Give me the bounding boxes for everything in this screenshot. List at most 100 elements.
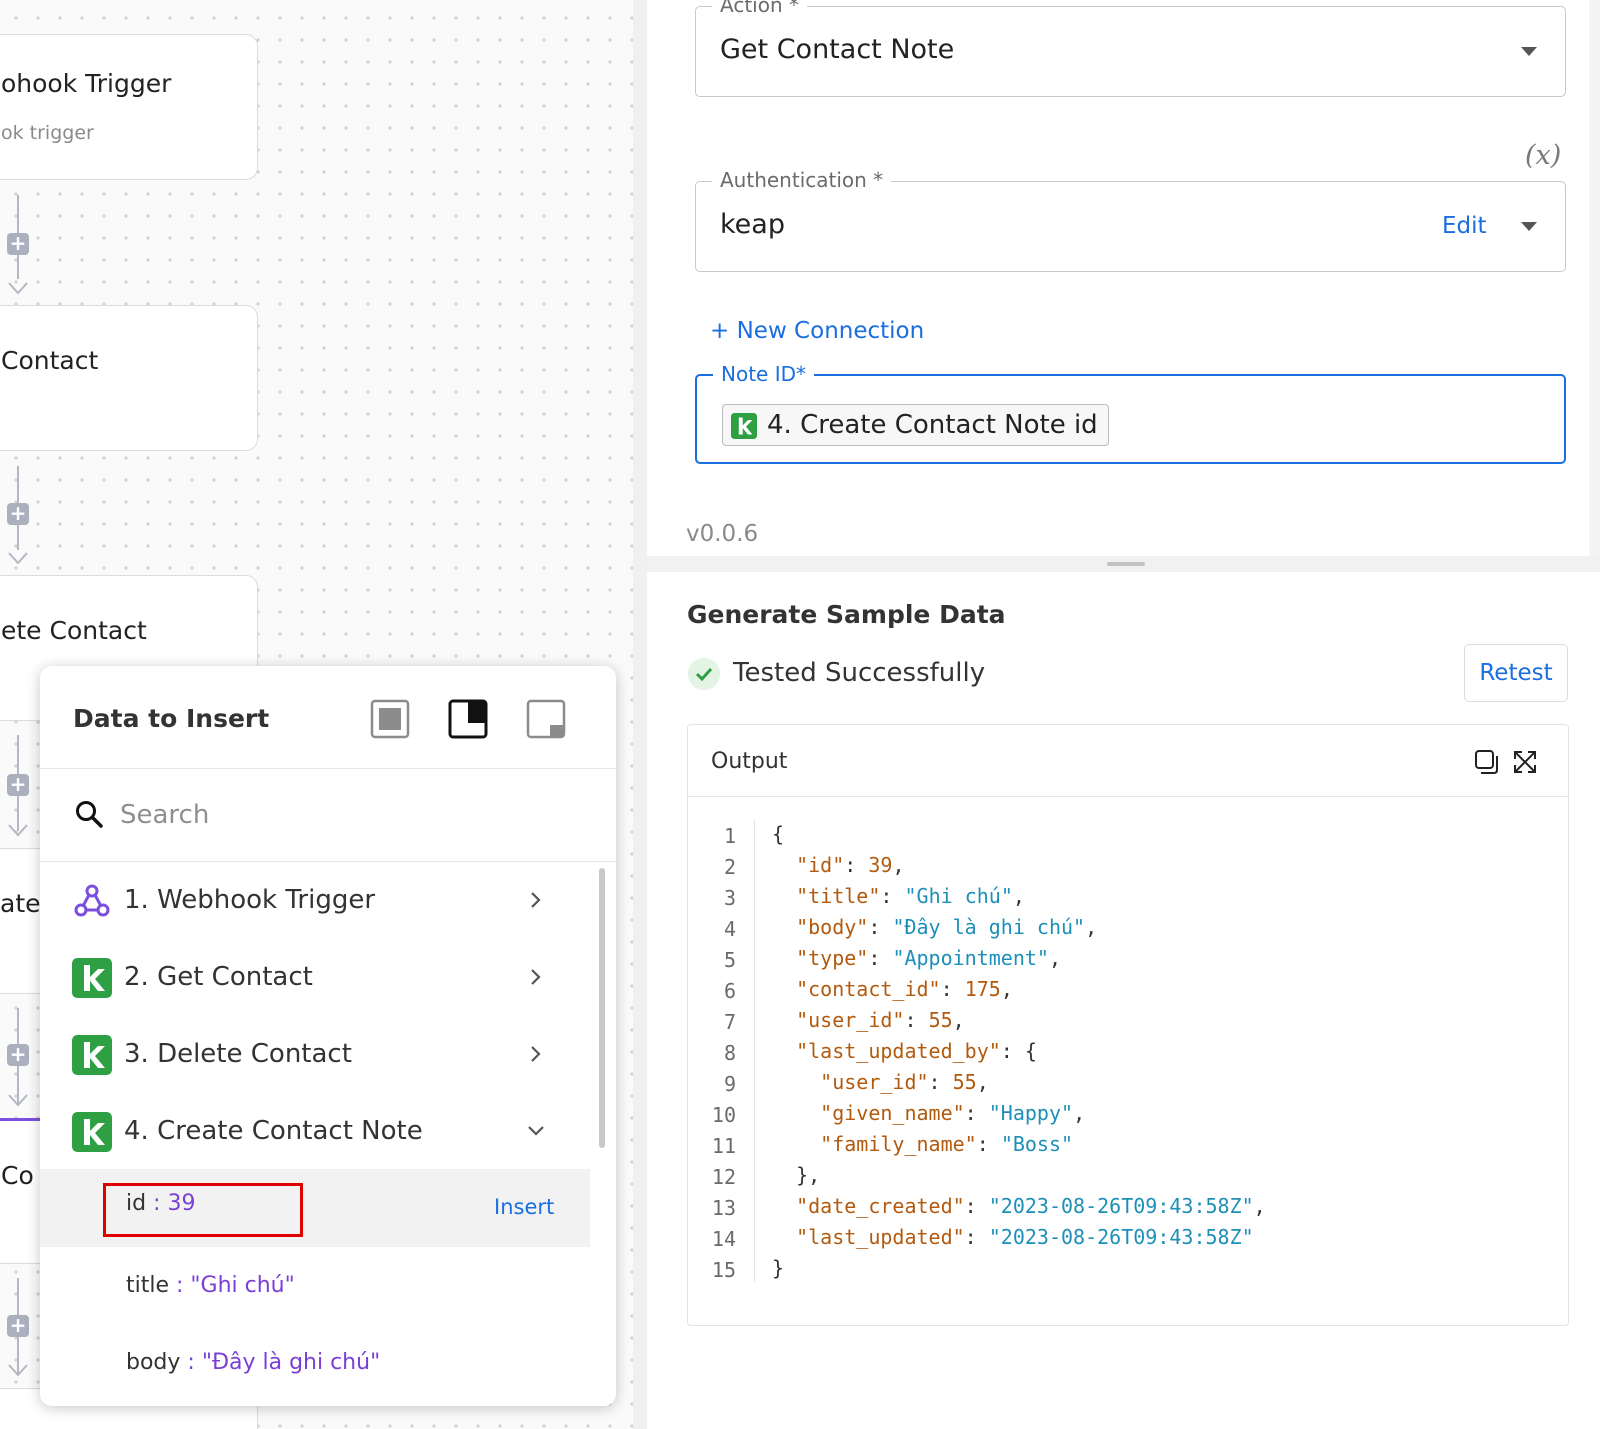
add-step-button[interactable]: +	[7, 233, 29, 255]
code-line: 6 "contact_id": 175,	[688, 975, 1568, 1006]
scrollbar[interactable]	[599, 868, 605, 1148]
line-number: 10	[711, 1103, 736, 1127]
version-label: v0.0.6	[686, 521, 759, 547]
webhook-icon	[74, 884, 110, 917]
code-text: {	[772, 822, 785, 846]
line-number: 12	[711, 1165, 736, 1189]
flow-node-webhook-trigger[interactable]: ohook Trigger ok trigger	[0, 34, 258, 180]
code-line: 1{	[688, 820, 1568, 851]
retest-button[interactable]: Retest	[1464, 644, 1568, 702]
step-row-get-contact[interactable]: 2. Get Contact	[40, 943, 600, 1013]
code-line: 8 "last_updated_by": {	[688, 1037, 1568, 1068]
step-label: 1. Webhook Trigger	[124, 885, 376, 915]
code-line: 7 "user_id": 55,	[688, 1006, 1568, 1037]
status-text: Tested Successfully	[733, 658, 986, 688]
code-line: 10 "given_name": "Happy",	[688, 1099, 1568, 1130]
line-number: 3	[723, 886, 736, 910]
arrow-down-icon	[8, 824, 28, 837]
flow-node-get-contact[interactable]: Contact	[0, 305, 258, 451]
code-text: "contact_id": 175,	[796, 977, 1013, 1001]
step-label: 3. Delete Contact	[124, 1039, 352, 1069]
field-label: Action *	[712, 0, 807, 17]
resize-handle[interactable]	[1107, 562, 1145, 566]
line-number: 4	[723, 917, 736, 941]
code-text: "family_name": "Boss"	[820, 1132, 1074, 1156]
field-text: body : "Đây là ghi chú"	[126, 1350, 381, 1375]
edit-connection-button[interactable]: Edit	[1442, 213, 1487, 239]
new-connection-button[interactable]: + New Connection	[710, 318, 924, 344]
section-title: Generate Sample Data	[687, 600, 1006, 629]
line-number: 1	[723, 824, 736, 848]
line-number: 6	[723, 979, 736, 1003]
add-step-button[interactable]: +	[7, 774, 29, 796]
node-title: Co	[1, 1161, 34, 1190]
arrow-down-icon	[8, 552, 28, 565]
note-id-field[interactable]: Note ID* 4. Create Contact Note id	[695, 362, 1566, 464]
keap-icon	[72, 958, 112, 998]
arrow-down-icon	[8, 1094, 28, 1107]
node-title: ohook Trigger	[1, 69, 172, 98]
search-icon	[76, 801, 103, 828]
caret-down-icon[interactable]	[1521, 222, 1537, 231]
action-select[interactable]: Action * Get Contact Note	[695, 0, 1566, 97]
code-line: 12 },	[688, 1161, 1568, 1192]
step-label: 2. Get Contact	[124, 962, 313, 992]
field-row-id[interactable]: id : 39 Insert	[40, 1169, 590, 1247]
output-header: Output	[688, 725, 1568, 797]
code-line: 14 "last_updated": "2023-08-26T09:43:58Z…	[688, 1223, 1568, 1254]
caret-down-icon[interactable]	[1521, 47, 1537, 56]
step-row-create-contact-note[interactable]: 4. Create Contact Note	[40, 1097, 600, 1167]
layout-full-icon[interactable]	[370, 699, 410, 739]
field-label: Note ID*	[713, 362, 814, 386]
arrow-down-icon	[8, 282, 28, 295]
code-line: 11 "family_name": "Boss"	[688, 1130, 1568, 1161]
layout-corner-icon[interactable]	[526, 699, 566, 739]
code-text: "type": "Appointment",	[796, 946, 1062, 970]
field-text: id : 39	[126, 1191, 196, 1216]
code-text: "last_updated": "2023-08-26T09:43:58Z"	[796, 1225, 1254, 1249]
step-row-webhook-trigger[interactable]: 1. Webhook Trigger	[40, 866, 600, 936]
insert-button[interactable]: Insert	[494, 1195, 554, 1219]
search-input[interactable]	[120, 793, 560, 837]
line-number: 14	[711, 1227, 736, 1251]
scrollbar[interactable]	[1589, 0, 1600, 556]
keap-icon	[731, 413, 757, 439]
chevron-down-icon[interactable]	[527, 1122, 545, 1140]
chevron-right-icon[interactable]	[527, 968, 545, 986]
code-text: "user_id": 55,	[796, 1008, 965, 1032]
search-row	[40, 769, 616, 861]
node-title: Contact	[1, 346, 99, 375]
panel-divider[interactable]	[633, 0, 647, 1429]
arrow-down-icon	[8, 1364, 28, 1377]
code-line: 4 "body": "Đây là ghi chú",	[688, 913, 1568, 944]
code-line: 3 "title": "Ghi chú",	[688, 882, 1568, 913]
chevron-right-icon[interactable]	[527, 891, 545, 909]
variable-toggle-icon[interactable]: (x)	[1525, 140, 1561, 171]
line-number: 11	[711, 1134, 736, 1158]
step-row-delete-contact[interactable]: 3. Delete Contact	[40, 1020, 600, 1090]
authentication-select[interactable]: Authentication * keap Edit	[695, 168, 1566, 272]
output-panel: Output 1{2 "id": 39, 3 "title": "Ghi chú"…	[687, 724, 1569, 1326]
code-text: }	[772, 1256, 785, 1280]
field-value: keap	[720, 209, 785, 240]
variable-chip[interactable]: 4. Create Contact Note id	[722, 404, 1109, 446]
layout-split-icon[interactable]	[448, 699, 488, 739]
line-number: 15	[711, 1258, 736, 1282]
check-circle-icon	[688, 658, 720, 690]
node-subtitle: ok trigger	[1, 122, 94, 144]
node-title: ete Contact	[1, 616, 147, 645]
add-step-button[interactable]: +	[7, 1044, 29, 1066]
popup-title: Data to Insert	[73, 704, 270, 733]
code-text: "id": 39,	[796, 853, 905, 877]
json-code-view[interactable]: 1{2 "id": 39, 3 "title": "Ghi chú", 4 "bod…	[688, 820, 1568, 1285]
code-text: "title": "Ghi chú",	[796, 884, 1025, 908]
panel-split-bar[interactable]	[647, 556, 1600, 572]
add-step-button[interactable]: +	[7, 1315, 29, 1337]
copy-icon[interactable]	[1474, 749, 1500, 775]
field-row-title[interactable]: title : "Ghi chú"	[40, 1247, 590, 1325]
field-row-body[interactable]: body : "Đây là ghi chú"	[40, 1324, 590, 1402]
expand-icon[interactable]	[1512, 749, 1538, 775]
divider	[40, 861, 616, 862]
chevron-right-icon[interactable]	[527, 1045, 545, 1063]
add-step-button[interactable]: +	[7, 503, 29, 525]
